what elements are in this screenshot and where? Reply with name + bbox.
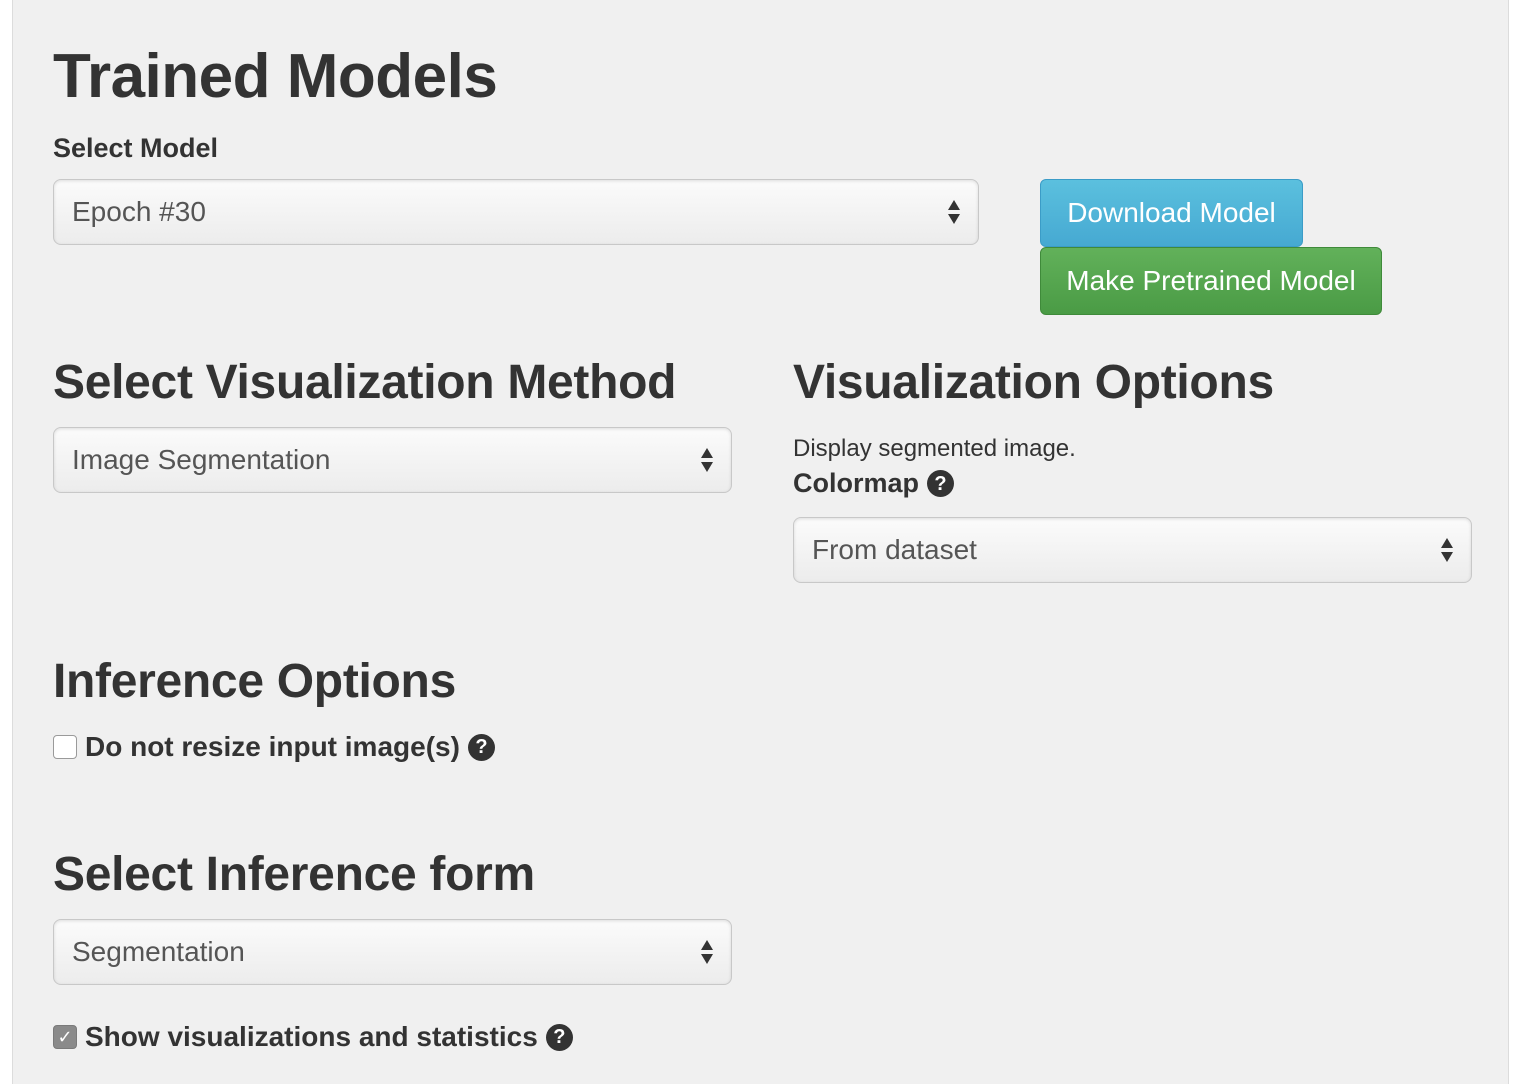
show-stats-option: ✓ Show visualizations and statistics ? xyxy=(53,1021,573,1053)
inference-form-value: Segmentation xyxy=(72,936,245,967)
select-arrows-icon xyxy=(701,940,713,964)
show-stats-label: Show visualizations and statistics xyxy=(85,1021,538,1052)
download-model-button[interactable]: Download Model xyxy=(1040,179,1303,247)
show-stats-checkbox[interactable]: ✓ xyxy=(53,1025,77,1049)
no-resize-label-wrap: Do not resize input image(s) ? xyxy=(85,731,495,763)
inference-form-heading: Select Inference form xyxy=(53,848,535,901)
model-select[interactable]: Epoch #30 xyxy=(53,179,979,245)
page-title: Trained Models xyxy=(53,42,498,111)
no-resize-label: Do not resize input image(s) xyxy=(85,731,460,762)
select-arrows-icon xyxy=(1441,538,1453,562)
model-select-value: Epoch #30 xyxy=(72,196,206,227)
visualization-method-select[interactable]: Image Segmentation xyxy=(53,427,732,493)
visualization-method-heading: Select Visualization Method xyxy=(53,356,677,409)
select-model-label: Select Model xyxy=(53,133,219,163)
colormap-select[interactable]: From dataset xyxy=(793,517,1472,583)
visualization-method-value: Image Segmentation xyxy=(72,444,331,475)
no-resize-option: Do not resize input image(s) ? xyxy=(53,731,495,763)
help-icon[interactable]: ? xyxy=(545,1023,573,1051)
colormap-label: Colormap xyxy=(793,468,920,498)
visualization-options-heading: Visualization Options xyxy=(793,356,1274,409)
no-resize-checkbox[interactable] xyxy=(53,735,77,759)
colormap-label-row: Colormap ? xyxy=(793,468,955,498)
select-arrows-icon xyxy=(701,448,713,472)
colormap-select-value: From dataset xyxy=(812,534,977,565)
show-stats-label-wrap: Show visualizations and statistics ? xyxy=(85,1021,573,1053)
help-icon[interactable]: ? xyxy=(467,733,495,761)
inference-form-select[interactable]: Segmentation xyxy=(53,919,732,985)
inference-options-heading: Inference Options xyxy=(53,655,456,708)
visualization-description: Display segmented image. xyxy=(793,435,1076,462)
make-pretrained-model-button[interactable]: Make Pretrained Model xyxy=(1040,247,1382,315)
trained-models-panel: Trained Models Select Model Epoch #30 Do… xyxy=(12,0,1509,1084)
select-arrows-icon xyxy=(948,200,960,224)
help-icon[interactable]: ? xyxy=(927,470,955,497)
